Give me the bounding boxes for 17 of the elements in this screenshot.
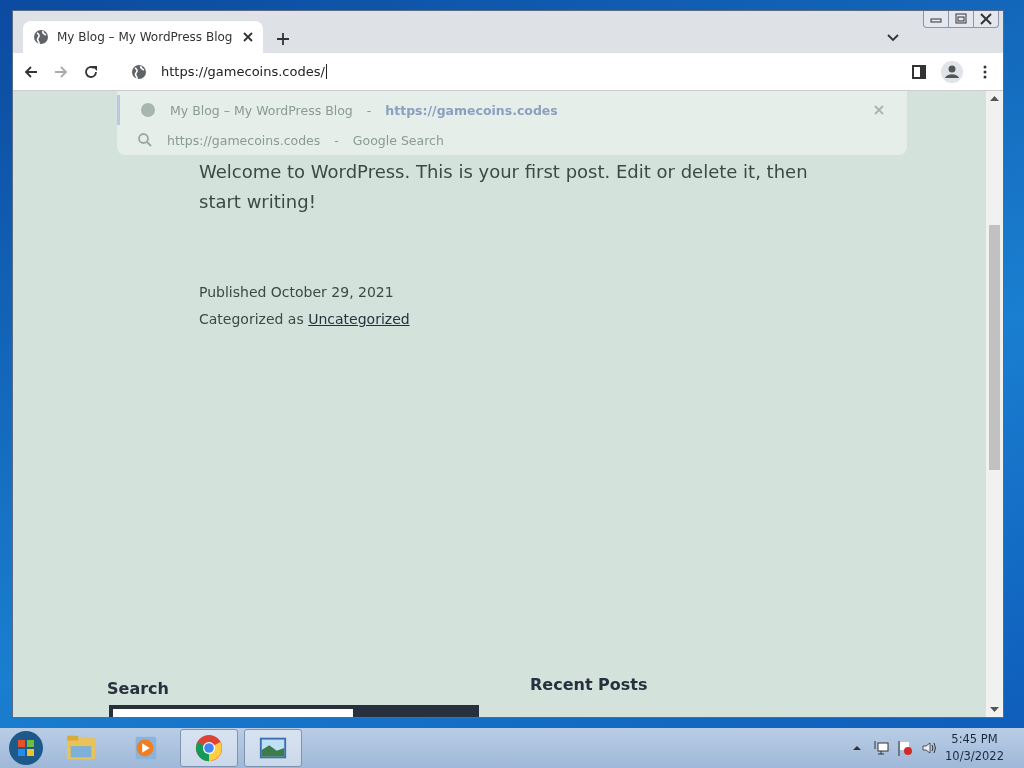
suggestion-detail: Google Search bbox=[352, 132, 444, 148]
date: 10/3/2022 bbox=[945, 748, 1004, 765]
address-field[interactable]: https://gamecoins.codes/ bbox=[161, 64, 327, 79]
separator: - bbox=[334, 132, 339, 148]
post-text: Welcome to WordPress. This is your first post. Edit or delete it, then start writing! bbox=[199, 160, 809, 214]
suggestion-title: https://gamecoins.codes bbox=[167, 132, 321, 148]
widget-title: Recent Posts bbox=[530, 675, 648, 694]
publish-date: Published October 29, 2021 bbox=[199, 283, 395, 302]
widget-title: Search bbox=[107, 679, 169, 698]
browser-tab[interactable]: My Blog – My WordPress Blog bbox=[23, 21, 263, 53]
category-link[interactable]: Uncategorized bbox=[308, 311, 410, 327]
suggestion-title: My Blog – My WordPress Blog bbox=[170, 102, 353, 118]
category-label: Categorized as bbox=[199, 311, 304, 327]
time: 5:45 PM bbox=[950, 731, 999, 748]
clock[interactable]: 5:45 PM 10/3/2022 bbox=[945, 731, 1004, 765]
suggestion-url: https://gamecoins.codes bbox=[385, 102, 558, 118]
separator: - bbox=[366, 102, 372, 118]
